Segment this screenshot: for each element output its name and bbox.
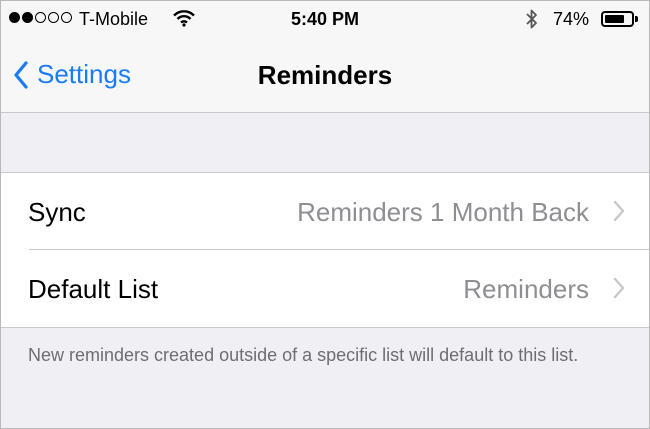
battery-level-fill: [605, 15, 624, 23]
chevron-right-icon: [613, 277, 625, 299]
reminders-settings-screen: T-Mobile 5:40 PM 74% Settings Reminders …: [0, 0, 650, 429]
section-footer-text: New reminders created outside of a speci…: [28, 345, 579, 365]
battery-cap: [635, 16, 638, 22]
chevron-right-icon: [613, 200, 625, 222]
sync-label: Sync: [28, 197, 86, 227]
default-list-label: Default List: [28, 274, 159, 304]
default-list-value: Reminders: [463, 274, 589, 304]
battery-percentage: 74%: [553, 9, 590, 29]
reminders-settings-list: Sync Reminders 1 Month Back Default List…: [1, 172, 649, 328]
battery-icon: [601, 11, 634, 27]
clock: 5:40 PM: [290, 9, 360, 29]
navigation-bar: Settings Reminders: [1, 39, 649, 113]
default-list-row[interactable]: Default List Reminders: [1, 250, 649, 327]
page-title: Reminders: [257, 60, 393, 90]
sync-row[interactable]: Sync Reminders 1 Month Back: [1, 173, 649, 250]
sync-value: Reminders 1 Month Back: [297, 197, 589, 227]
bluetooth-icon: [525, 8, 539, 35]
status-bar: T-Mobile 5:40 PM 74%: [1, 1, 649, 39]
